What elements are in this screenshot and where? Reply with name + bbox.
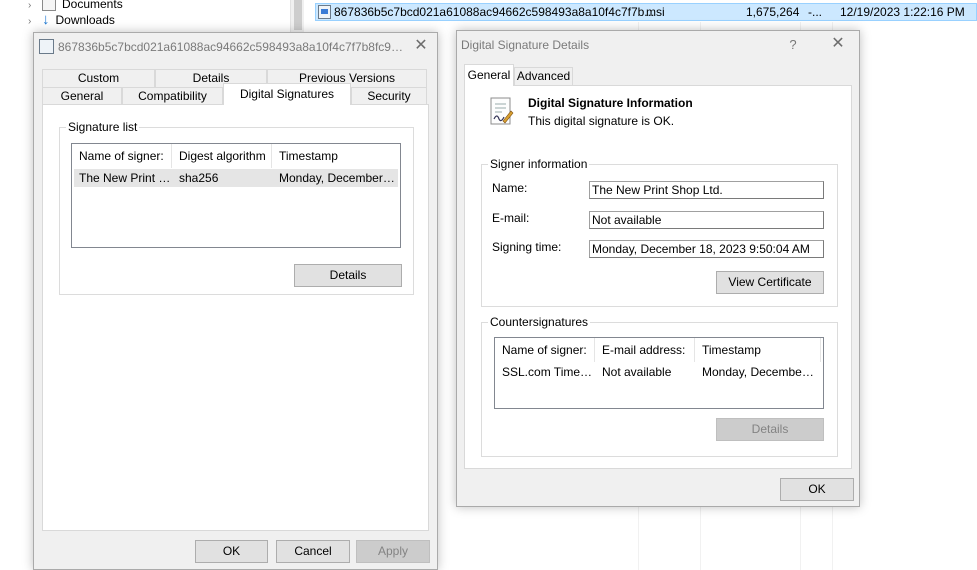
nav-item-label: Downloads — [55, 13, 115, 27]
file-date: 12/19/2023 1:22:16 PM — [840, 5, 965, 19]
email-label: E-mail: — [492, 211, 530, 225]
help-icon[interactable]: ? — [783, 35, 803, 55]
column-header-signer[interactable]: Name of signer: — [495, 338, 595, 362]
cell-email: Not available — [602, 365, 672, 379]
downloads-icon: ↓ — [42, 11, 50, 28]
countersignature-details-button[interactable]: Details — [716, 418, 824, 441]
nav-item-label: Documents — [62, 0, 123, 11]
file-type: msi — [646, 5, 665, 19]
button-label: Cancel — [294, 544, 332, 558]
name-label: Name: — [492, 181, 528, 195]
button-label: Details — [329, 268, 367, 282]
file-name: 867836b5c7bcd021a61088ac94662c598493a8a1… — [334, 5, 655, 19]
group-label: Signature list — [66, 120, 140, 134]
tab-custom[interactable]: Custom — [42, 69, 155, 87]
ok-button[interactable]: OK — [780, 478, 854, 501]
tab-compatibility[interactable]: Compatibility — [122, 87, 223, 105]
dialog-title: Digital Signature Details — [461, 38, 590, 52]
tab-digital-signatures[interactable]: Digital Signatures — [223, 83, 351, 105]
button-label: Apply — [377, 544, 409, 558]
close-icon[interactable]: ✕ — [824, 33, 852, 57]
countersignature-list[interactable]: Name of signer: E-mail address: Timestam… — [494, 337, 824, 409]
email-field[interactable]: Not available — [589, 211, 824, 229]
cell-signer: SSL.com Timesta... — [502, 365, 595, 379]
signing-time-field[interactable]: Monday, December 18, 2023 9:50:04 AM — [589, 240, 824, 258]
button-label: OK — [222, 544, 241, 558]
tab-panel: Digital Signature Information This digit… — [464, 85, 852, 469]
info-status: This digital signature is OK. — [528, 114, 675, 128]
group-label: Signer information — [488, 157, 590, 171]
signature-list[interactable]: Name of signer: Digest algorithm Timesta… — [71, 143, 401, 248]
signer-information-group: Signer information Name: The New Print S… — [481, 157, 838, 307]
column-header-timestamp[interactable]: Timestamp — [695, 338, 821, 362]
name-field[interactable]: The New Print Shop Ltd. — [589, 181, 824, 199]
details-button[interactable]: Details — [294, 264, 402, 287]
tab-general[interactable]: General — [464, 64, 514, 86]
column-header-signer[interactable]: Name of signer: — [72, 144, 172, 168]
tab-label: Security — [367, 89, 411, 103]
msi-file-icon — [318, 5, 331, 19]
tab-security[interactable]: Security — [351, 87, 427, 105]
column-header-timestamp[interactable]: Timestamp — [272, 144, 400, 168]
table-row[interactable]: SSL.com Timesta... Not available Monday,… — [495, 363, 823, 381]
tab-label: Compatibility — [138, 89, 207, 103]
view-certificate-button[interactable]: View Certificate — [716, 271, 824, 294]
properties-titlebar: 867836b5c7bcd021a61088ac94662c598493a8a1… — [34, 33, 437, 61]
file-size: 1,675,264 — [746, 5, 800, 19]
nav-item-downloads[interactable]: ↓ Downloads — [42, 11, 115, 29]
cell-timestamp: Monday, December 1... — [279, 171, 398, 185]
cell-signer: The New Print S... — [79, 171, 172, 185]
tab-general[interactable]: General — [42, 87, 122, 105]
column-header-email[interactable]: E-mail address: — [595, 338, 695, 362]
tab-label: General — [467, 68, 511, 82]
chevron-right-icon[interactable]: › — [28, 0, 31, 11]
signature-details-dialog: Digital Signature Details ? ✕ General Ad… — [456, 30, 860, 507]
apply-button[interactable]: Apply — [356, 540, 430, 563]
table-row[interactable]: The New Print S... sha256 Monday, Decemb… — [74, 169, 398, 187]
tab-label: Digital Signatures — [239, 87, 335, 101]
file-attributes: -... — [808, 5, 822, 19]
chevron-right-icon[interactable]: › — [28, 16, 31, 27]
signing-time-label: Signing time: — [492, 240, 562, 254]
tab-label: Advanced — [516, 69, 571, 83]
tab-label: Custom — [77, 71, 120, 85]
documents-icon — [42, 0, 56, 11]
window-title: 867836b5c7bcd021a61088ac94662c598493a8a1… — [58, 40, 403, 54]
certificate-icon — [488, 97, 514, 127]
signature-list-group: Signature list Name of signer: Digest al… — [59, 120, 414, 295]
scrollbar-thumb[interactable] — [294, 0, 302, 30]
group-label: Countersignatures — [488, 315, 591, 329]
button-label: Details — [751, 422, 789, 436]
button-label: OK — [808, 482, 826, 496]
tab-panel: Signature list Name of signer: Digest al… — [42, 104, 429, 531]
tab-advanced[interactable]: Advanced — [514, 67, 573, 85]
properties-window: 867836b5c7bcd021a61088ac94662c598493a8a1… — [33, 32, 438, 570]
msi-file-icon — [39, 39, 54, 54]
close-icon[interactable]: ✕ — [407, 35, 435, 59]
dialog-titlebar: Digital Signature Details ? ✕ — [457, 31, 859, 59]
column-header-digest[interactable]: Digest algorithm — [172, 144, 272, 168]
countersignatures-group: Countersignatures Name of signer: E-mail… — [481, 315, 838, 457]
info-heading: Digital Signature Information — [528, 96, 693, 110]
cell-timestamp: Monday, December ... — [702, 365, 815, 379]
tab-label: General — [60, 89, 104, 103]
cancel-button[interactable]: Cancel — [276, 540, 350, 563]
file-row-selected[interactable]: 867836b5c7bcd021a61088ac94662c598493a8a1… — [315, 3, 977, 21]
ok-button[interactable]: OK — [195, 540, 268, 563]
cell-digest: sha256 — [179, 171, 219, 185]
button-label: View Certificate — [728, 275, 812, 289]
